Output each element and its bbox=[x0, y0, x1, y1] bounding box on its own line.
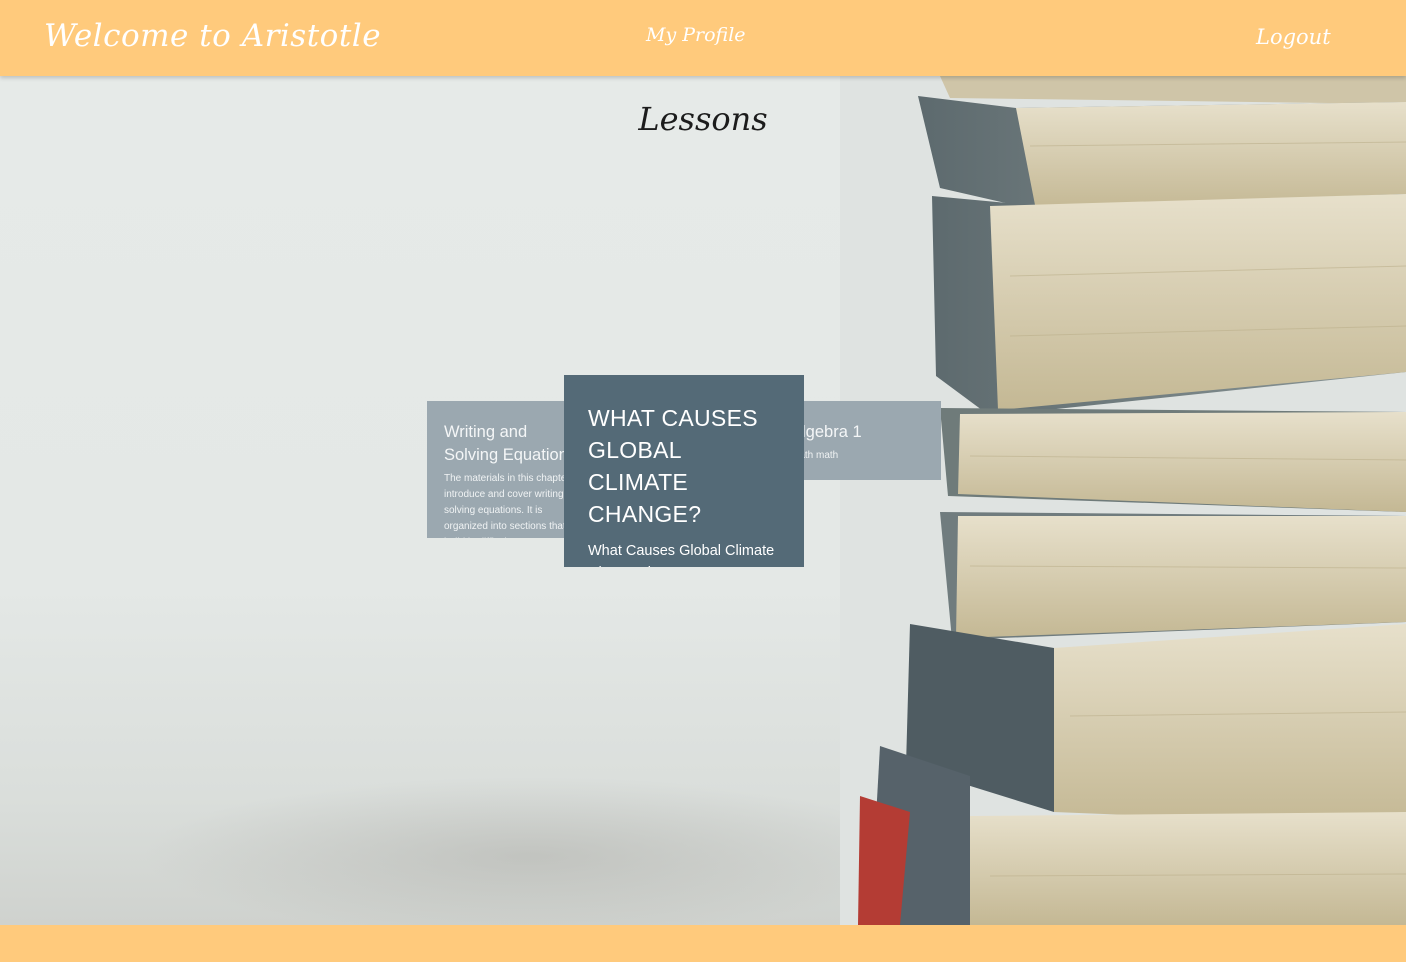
lesson-card-title: Algebra 1 bbox=[791, 423, 862, 441]
lesson-card-description: What Causes Global Climate Change demons… bbox=[588, 543, 775, 567]
book-stack-image bbox=[840, 76, 1406, 925]
logout-link[interactable]: Logout bbox=[1256, 25, 1331, 49]
my-profile-link[interactable]: My Profile bbox=[646, 24, 746, 46]
lesson-card-title: WHAT CAUSES GLOBAL CLIMATE CHANGE? bbox=[588, 405, 758, 527]
top-nav-bar: Welcome to Aristotle My Profile Logout bbox=[0, 0, 1406, 76]
background-blur bbox=[140, 776, 920, 925]
footer-bar bbox=[0, 925, 1406, 962]
lesson-card-description: Math math bbox=[791, 450, 839, 461]
lesson-card-climate-change[interactable]: WHAT CAUSES GLOBAL CLIMATE CHANGE? What … bbox=[564, 375, 804, 567]
brand-title[interactable]: Welcome to Aristotle bbox=[44, 18, 381, 54]
lesson-card-title: Writing and Solving Equations bbox=[444, 423, 577, 464]
lessons-heading: Lessons bbox=[638, 100, 768, 138]
